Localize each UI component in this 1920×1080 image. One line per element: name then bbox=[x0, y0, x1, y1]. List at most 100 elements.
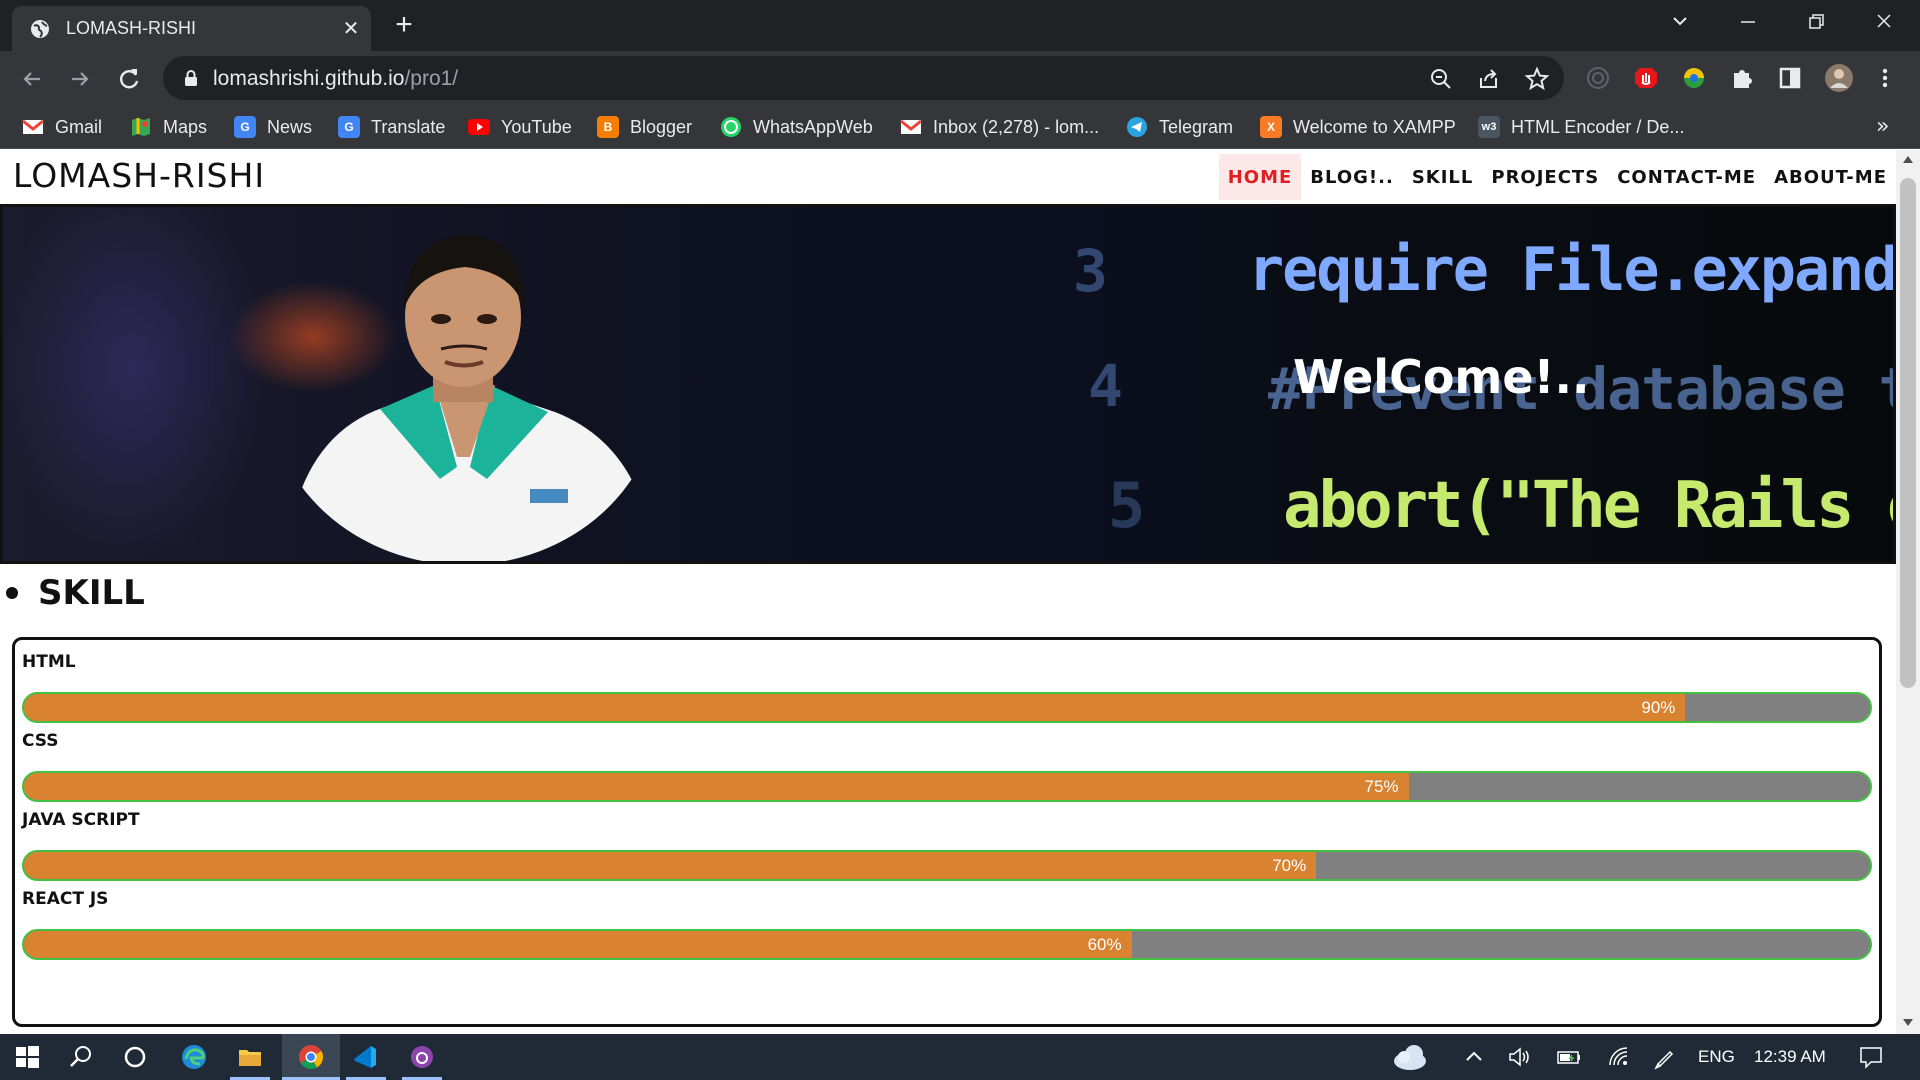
search-icon[interactable] bbox=[67, 1043, 95, 1071]
back-arrow-icon[interactable] bbox=[18, 65, 46, 93]
skill-progress-fill bbox=[24, 931, 1132, 958]
w3-icon: w3 bbox=[1478, 116, 1500, 138]
input-language[interactable]: ENG bbox=[1698, 1047, 1735, 1067]
wifi-icon[interactable] bbox=[1605, 1043, 1633, 1071]
skill-section-heading: SKILL bbox=[6, 566, 145, 620]
bookmark-youtube[interactable]: YouTube bbox=[468, 114, 572, 140]
address-bar[interactable]: lomashrishi.github.io/pro1/ bbox=[163, 56, 1564, 100]
bookmark-gmail[interactable]: Gmail bbox=[22, 114, 102, 140]
bookmark-xampp[interactable]: X Welcome to XAMPP bbox=[1260, 114, 1456, 140]
bookmark-telegram[interactable]: Telegram bbox=[1126, 114, 1233, 140]
reload-icon[interactable] bbox=[115, 65, 143, 93]
clock-time[interactable]: 12:39 AM bbox=[1754, 1047, 1826, 1067]
bookmark-translate[interactable]: G Translate bbox=[338, 114, 445, 140]
nav-contact-me[interactable]: CONTACT-ME bbox=[1608, 154, 1765, 200]
hero-welcome-text: WelCome!.. bbox=[1293, 350, 1590, 404]
vscode-icon[interactable] bbox=[351, 1043, 379, 1071]
nav-home[interactable]: HOME bbox=[1218, 154, 1302, 200]
code-line-number: 5 bbox=[1108, 469, 1146, 542]
bookmark-star-icon[interactable] bbox=[1524, 66, 1550, 92]
volume-icon[interactable] bbox=[1505, 1043, 1533, 1071]
bookmark-blogger[interactable]: B Blogger bbox=[597, 114, 692, 140]
lock-icon[interactable] bbox=[181, 68, 201, 88]
nav-about-me[interactable]: ABOUT-ME bbox=[1765, 154, 1896, 200]
extension-spiral-icon[interactable] bbox=[1585, 65, 1611, 91]
zoom-icon[interactable] bbox=[1428, 66, 1454, 92]
scroll-up-arrow-icon[interactable] bbox=[1903, 156, 1913, 163]
browser-tab[interactable]: LOMASH-RISHI ✕ bbox=[12, 6, 371, 51]
taskbar: ENG 12:39 AM bbox=[0, 1034, 1920, 1080]
github-desktop-icon[interactable] bbox=[408, 1043, 436, 1071]
more-menu-icon[interactable] bbox=[1872, 65, 1898, 91]
minimize-icon[interactable] bbox=[1728, 8, 1768, 36]
skill-percent-label: 75% bbox=[1364, 777, 1399, 796]
forward-arrow-icon[interactable] bbox=[66, 65, 94, 93]
skill-progress-bar: 70% bbox=[22, 850, 1872, 881]
edge-icon[interactable] bbox=[180, 1043, 208, 1071]
pen-icon[interactable] bbox=[1651, 1043, 1679, 1071]
gmail-icon bbox=[22, 116, 44, 138]
bookmark-news[interactable]: G News bbox=[234, 114, 312, 140]
site-nav: HOME BLOG!.. SKILL PROJECTS CONTACT-ME A… bbox=[1218, 154, 1896, 200]
windows-start-icon[interactable] bbox=[13, 1043, 41, 1071]
weather-cloud-icon[interactable] bbox=[1390, 1041, 1430, 1073]
bookmark-label: Telegram bbox=[1159, 116, 1234, 137]
skill-item-css: CSS 75% bbox=[22, 731, 1872, 810]
profile-photo bbox=[285, 235, 660, 561]
skill-progress-bar: 90% bbox=[22, 692, 1872, 723]
hero-banner: 3 4 5 require File.expand_p #Prevent dat… bbox=[0, 204, 1896, 564]
tab-search-chevron-icon[interactable] bbox=[1660, 8, 1700, 36]
skill-item-react: REACT JS 60% bbox=[22, 889, 1872, 968]
close-window-icon[interactable] bbox=[1864, 8, 1904, 36]
notification-center-icon[interactable] bbox=[1857, 1043, 1885, 1071]
code-line-number: 3 bbox=[1073, 237, 1108, 305]
bookmark-maps[interactable]: Maps bbox=[130, 114, 207, 140]
site-logo[interactable]: LOMASH-RISHI bbox=[13, 156, 265, 195]
adblock-hand-icon[interactable] bbox=[1633, 65, 1659, 91]
file-explorer-icon[interactable] bbox=[236, 1043, 264, 1071]
globe-icon bbox=[31, 20, 49, 38]
new-tab-button[interactable]: + bbox=[388, 10, 420, 42]
restore-window-icon[interactable] bbox=[1796, 8, 1836, 36]
bookmark-whatsapp[interactable]: WhatsAppWeb bbox=[720, 114, 873, 140]
tab-close-icon[interactable]: ✕ bbox=[339, 16, 363, 40]
bookmarks-overflow-icon[interactable]: » bbox=[1876, 114, 1889, 139]
nav-blog[interactable]: BLOG!.. bbox=[1301, 154, 1403, 200]
url-text[interactable]: lomashrishi.github.io/pro1/ bbox=[213, 67, 458, 91]
skill-progress-fill bbox=[24, 694, 1686, 721]
chrome-icon[interactable] bbox=[297, 1043, 325, 1071]
blogger-icon: B bbox=[597, 116, 619, 138]
chevron-up-icon[interactable] bbox=[1460, 1043, 1488, 1071]
skill-progress-fill bbox=[24, 852, 1317, 879]
nav-skill[interactable]: SKILL bbox=[1403, 154, 1483, 200]
skill-percent-label: 90% bbox=[1641, 698, 1676, 717]
site-header: LOMASH-RISHI HOME BLOG!.. SKILL PROJECTS… bbox=[0, 150, 1896, 204]
share-icon[interactable] bbox=[1476, 66, 1502, 92]
skill-item-html: HTML 90% bbox=[22, 652, 1872, 731]
bookmark-html-encoder[interactable]: w3 HTML Encoder / De... bbox=[1478, 114, 1684, 140]
nav-projects[interactable]: PROJECTS bbox=[1482, 154, 1608, 200]
skill-percent-label: 70% bbox=[1272, 856, 1307, 875]
skill-progress-bar: 60% bbox=[22, 929, 1872, 960]
battery-icon[interactable] bbox=[1555, 1043, 1583, 1071]
gmail-icon bbox=[900, 116, 922, 138]
side-panel-icon[interactable] bbox=[1777, 65, 1803, 91]
bookmark-label: YouTube bbox=[501, 116, 572, 137]
scroll-down-arrow-icon[interactable] bbox=[1903, 1019, 1913, 1026]
telegram-icon bbox=[1126, 116, 1148, 138]
skill-progress-fill bbox=[24, 773, 1409, 800]
bookmark-inbox[interactable]: Inbox (2,278) - lom... bbox=[900, 114, 1099, 140]
bookmark-label: Inbox (2,278) - lom... bbox=[933, 116, 1100, 137]
scrollbar-thumb[interactable] bbox=[1900, 178, 1916, 688]
extension-colorful-icon[interactable] bbox=[1681, 65, 1707, 91]
task-view-icon[interactable] bbox=[121, 1043, 149, 1071]
bookmark-label: Maps bbox=[163, 116, 208, 137]
url-host: lomashrishi.github.io bbox=[213, 67, 405, 90]
browser-tab-strip: LOMASH-RISHI ✕ + bbox=[0, 0, 1920, 51]
extensions-puzzle-icon[interactable] bbox=[1729, 65, 1755, 91]
browser-toolbar: lomashrishi.github.io/pro1/ bbox=[0, 51, 1920, 105]
page-scrollbar[interactable] bbox=[1896, 150, 1920, 1034]
profile-avatar[interactable] bbox=[1824, 63, 1854, 93]
bullet-icon bbox=[6, 587, 18, 599]
skill-item-javascript: JAVA SCRIPT 70% bbox=[22, 810, 1872, 889]
